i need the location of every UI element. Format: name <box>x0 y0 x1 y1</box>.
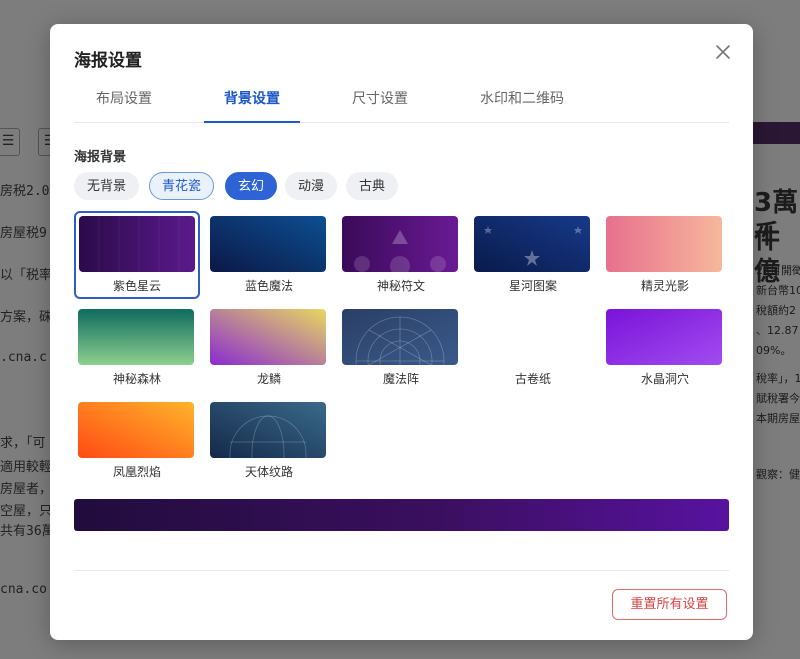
background-article-right: 3萬件 千億 25月開徵 新台幣10 稅額約2 、12.87 09%。 稅率」，… <box>752 0 800 659</box>
background-option-label: 蓝色魔法 <box>244 279 293 293</box>
tab-background-settings[interactable]: 背景设置 <box>204 86 300 123</box>
bg-text-line: 共有36萬 <box>0 524 55 539</box>
background-preview-bar <box>74 499 729 531</box>
bg-text-line: 房屋者， <box>0 482 53 497</box>
bg-text-line: 本期房屋稅 <box>756 412 800 425</box>
background-option-label: 水晶洞穴 <box>640 372 689 386</box>
category-fantasy[interactable]: 玄幻 <box>225 172 278 200</box>
settings-tabs: 布局设置 背景设置 尺寸设置 水印和二维码 <box>74 86 729 123</box>
category-anime[interactable]: 动漫 <box>285 172 338 200</box>
close-icon[interactable] <box>711 40 735 64</box>
background-option[interactable]: 紫色星云 <box>74 211 200 299</box>
background-swatch <box>78 402 194 458</box>
bg-text-line: 適用較輕 <box>0 460 53 475</box>
swatch-graphic <box>78 402 194 458</box>
background-option[interactable]: 天体纹路 <box>206 397 332 485</box>
background-option-label: 精灵光影 <box>640 279 689 293</box>
bg-text-line: 賦稅署今天 <box>756 392 800 405</box>
bg-text-line: 、12.87 <box>756 324 799 337</box>
background-swatch <box>342 216 458 272</box>
swatch-graphic <box>342 216 458 272</box>
background-option[interactable]: 精灵光影 <box>602 211 728 299</box>
background-option-label: 星河图案 <box>508 279 557 293</box>
background-swatch <box>210 402 326 458</box>
bg-text-line: 房屋税9 <box>0 226 47 241</box>
footer-divider <box>74 570 729 571</box>
poster-settings-dialog: 海报设置 布局设置 背景设置 尺寸设置 水印和二维码 海报背景 无背景 青花瓷 … <box>50 24 753 640</box>
background-swatch <box>210 216 326 272</box>
background-swatch <box>78 309 194 365</box>
poster-background-label: 海报背景 <box>74 150 127 165</box>
background-option-label: 魔法阵 <box>382 372 419 386</box>
bg-toolbar-button: ☰ <box>0 128 20 156</box>
background-options-grid: 紫色星云 蓝色魔法 神秘符文 星河图案 精灵光影 神秘森林 龙鳞 魔法阵 古卷纸… <box>74 211 734 481</box>
bg-text-line: 25月開徵 <box>756 264 800 277</box>
swatch-graphic <box>79 216 195 272</box>
swatch-graphic <box>474 309 590 365</box>
background-option-label: 神秘森林 <box>112 372 161 386</box>
background-option[interactable]: 神秘符文 <box>338 211 464 299</box>
background-swatch <box>79 216 195 272</box>
background-option[interactable]: 古卷纸 <box>470 304 596 392</box>
background-swatch <box>210 309 326 365</box>
category-classical[interactable]: 古典 <box>346 172 399 200</box>
swatch-graphic <box>606 309 722 365</box>
swatch-graphic <box>78 309 194 365</box>
bg-text-line: 09%。 <box>756 344 792 357</box>
background-swatch <box>474 216 590 272</box>
background-option[interactable]: 蓝色魔法 <box>206 211 332 299</box>
dialog-title: 海报设置 <box>74 51 142 71</box>
bg-text-line: cna.co <box>0 582 47 597</box>
swatch-graphic <box>210 402 326 458</box>
background-swatch <box>474 309 590 365</box>
bg-text-line: 以「税率 <box>0 268 53 283</box>
bg-text-line: 稅率」，1 <box>756 372 800 385</box>
swatch-graphic <box>210 309 326 365</box>
category-blue-white-porcelain[interactable]: 青花瓷 <box>149 172 215 200</box>
bg-text-line: 新台幣10 <box>756 284 800 297</box>
tab-layout-settings[interactable]: 布局设置 <box>94 86 154 122</box>
tab-size-settings[interactable]: 尺寸设置 <box>350 86 410 122</box>
background-option[interactable]: 神秘森林 <box>74 304 200 392</box>
background-option-label: 龙鳞 <box>256 372 281 386</box>
bg-text-line: .cna.c <box>0 350 47 365</box>
bg-text-line: 空屋，只 <box>0 504 53 519</box>
background-option[interactable]: 凤凰烈焰 <box>74 397 200 485</box>
background-swatch <box>342 309 458 365</box>
background-option[interactable]: 龙鳞 <box>206 304 332 392</box>
background-option-label: 古卷纸 <box>514 372 551 386</box>
category-none[interactable]: 无背景 <box>74 172 140 200</box>
bg-text-line: 房税2.0 <box>0 184 50 199</box>
background-option-label: 神秘符文 <box>376 279 425 293</box>
bg-text-line: 稅額約2 <box>756 304 796 317</box>
background-option[interactable]: 水晶洞穴 <box>602 304 728 392</box>
background-swatch <box>606 216 722 272</box>
swatch-graphic <box>606 216 722 272</box>
reset-all-settings-button[interactable]: 重置所有设置 <box>612 589 727 620</box>
bg-text-line: 求，「可 <box>0 436 46 451</box>
bg-text-line: 觀察：健問答整 <box>756 468 800 481</box>
background-swatch <box>606 309 722 365</box>
background-option-label: 紫色星云 <box>112 279 161 293</box>
background-option[interactable]: 魔法阵 <box>338 304 464 392</box>
background-option-label: 凤凰烈焰 <box>112 465 161 479</box>
close-icon-glyph <box>716 45 730 59</box>
swatch-graphic <box>210 216 326 272</box>
swatch-graphic <box>342 309 458 365</box>
background-option-label: 天体纹路 <box>244 465 293 479</box>
tab-watermark-qrcode[interactable]: 水印和二维码 <box>478 86 566 122</box>
swatch-graphic <box>474 216 590 272</box>
background-option[interactable]: 星河图案 <box>470 211 596 299</box>
bg-text-line: 方案，硃 <box>0 310 53 325</box>
